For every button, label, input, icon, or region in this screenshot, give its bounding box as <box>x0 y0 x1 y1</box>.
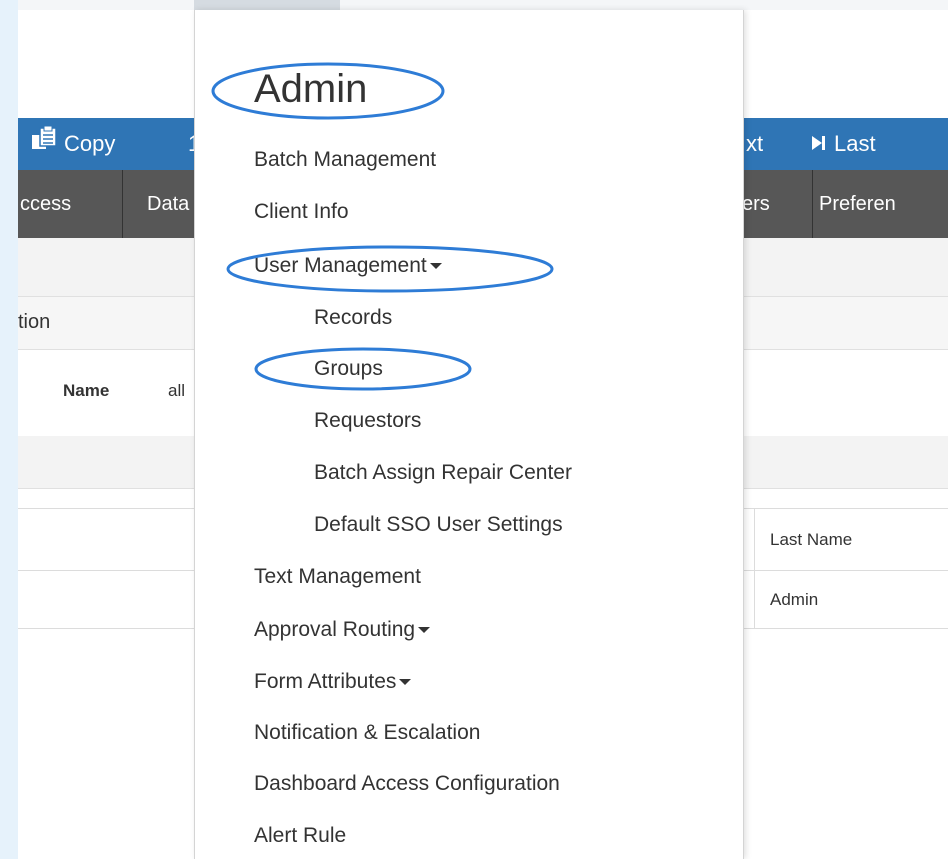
caret-down-icon <box>399 679 412 686</box>
menu-item-form-attributes[interactable]: Form Attributes <box>254 668 412 696</box>
table-column-divider <box>754 508 755 628</box>
copy-button[interactable]: Copy <box>30 118 115 170</box>
menu-item-label: Approval Routing <box>254 618 416 641</box>
menu-item-user-management[interactable]: User Management <box>254 252 442 280</box>
menu-item-batch-management[interactable]: Batch Management <box>254 146 436 174</box>
menu-item-dashboard-access-configuration[interactable]: Dashboard Access Configuration <box>254 770 560 798</box>
menu-item-batch-assign-repair-center[interactable]: Batch Assign Repair Center <box>314 459 572 487</box>
menu-item-label: User Management <box>254 254 427 277</box>
copy-label: Copy <box>64 131 116 156</box>
name-value: all <box>168 381 186 400</box>
menu-item-approval-routing[interactable]: Approval Routing <box>254 616 431 644</box>
skip-to-last-icon <box>810 119 828 171</box>
caret-down-icon <box>429 263 442 270</box>
menu-title: Admin <box>254 67 368 111</box>
name-label: Name <box>63 381 110 400</box>
column-header-last-name[interactable]: Last Name <box>770 530 852 550</box>
menu-item-requestors[interactable]: Requestors <box>314 407 421 435</box>
last-label: Last <box>834 131 876 156</box>
section-title: tion <box>18 311 51 333</box>
menu-item-label: Form Attributes <box>254 670 397 693</box>
menu-item-default-sso-user-settings[interactable]: Default SSO User Settings <box>314 511 563 539</box>
tab-preferences[interactable]: Preferen <box>813 170 948 238</box>
tab-access[interactable]: ccess <box>18 170 124 238</box>
copy-icon <box>30 119 58 171</box>
caret-down-icon <box>418 627 431 634</box>
menu-item-alert-rule[interactable]: Alert Rule <box>254 822 346 850</box>
menu-trigger-tab <box>194 0 340 10</box>
menu-item-notification-escalation[interactable]: Notification & Escalation <box>254 719 480 747</box>
top-strip <box>18 0 948 10</box>
menu-item-client-info[interactable]: Client Info <box>254 198 349 226</box>
tab-users[interactable]: ers <box>742 170 812 238</box>
table-cell-last-name: Admin <box>770 590 819 609</box>
menu-item-records[interactable]: Records <box>314 304 392 332</box>
menu-item-groups[interactable]: Groups <box>314 355 383 383</box>
next-button-partial[interactable]: xt <box>746 118 763 170</box>
last-button[interactable]: Last <box>810 118 876 170</box>
menu-item-text-management[interactable]: Text Management <box>254 563 421 591</box>
